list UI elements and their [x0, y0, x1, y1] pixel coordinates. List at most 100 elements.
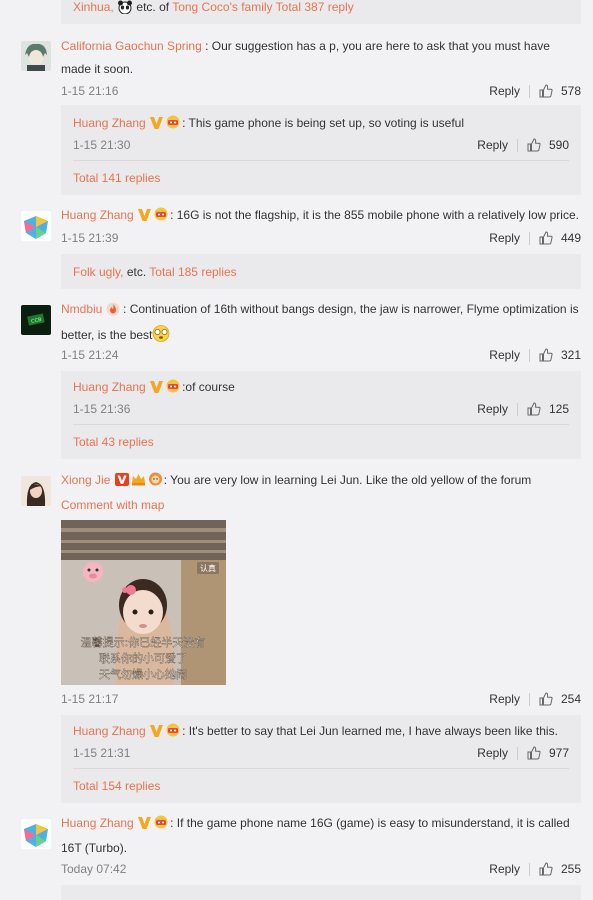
summary-user-link[interactable]: Folk ugly,	[73, 265, 123, 279]
verified-v-icon	[138, 206, 152, 229]
comment-time: 1-15 21:39	[61, 231, 119, 245]
summary-user-link[interactable]: Xinhua,	[73, 0, 114, 14]
summary-etc: etc.	[126, 265, 147, 279]
comment-user-link[interactable]: Huang Zhang	[61, 208, 134, 222]
thumbs-up-icon	[539, 692, 553, 706]
comment-text: California Gaochun Spring : Our suggesti…	[61, 35, 581, 81]
total-replies-link[interactable]: Total 387 reply	[276, 0, 354, 14]
dizzy-face-emoji-icon	[152, 325, 170, 350]
reply-user-link[interactable]: Huang Zhang	[73, 380, 146, 394]
avatar[interactable]	[21, 819, 51, 849]
panda-emoji-icon	[117, 0, 133, 17]
summary-user-link[interactable]: Tong Coco's family	[172, 0, 272, 14]
reply-button[interactable]: Reply	[489, 348, 520, 362]
comment-actions: Reply 578	[489, 84, 581, 98]
comment-user-link[interactable]: Huang Zhang	[61, 816, 134, 830]
reply-button[interactable]: Reply	[477, 138, 508, 152]
comment-body: : If the game phone name 16G (game) is e…	[170, 816, 570, 830]
reply-user-link[interactable]: Huang Zhang	[73, 724, 146, 738]
comment-actions: Reply 321	[489, 348, 581, 362]
reply-summary: Folk ugly, etc. Total 185 replies	[73, 265, 237, 279]
avatar[interactable]	[21, 211, 51, 241]
reply-time: 1-15 21:36	[73, 402, 131, 416]
comment-text: Nmdbiu : Continuation of 16th without ba…	[61, 298, 581, 350]
sub-reply-text: Huang Zhang : It's better to say that Le…	[73, 722, 579, 742]
verified-v-icon	[150, 724, 164, 742]
total-replies-link[interactable]: Total 141 replies	[73, 171, 160, 185]
divider	[528, 862, 530, 876]
like-button[interactable]: 125	[527, 402, 569, 416]
reply-body: : This game phone is being set up, so vo…	[182, 116, 465, 130]
reply-user-link[interactable]: Huang Zhang	[73, 116, 146, 130]
divider	[73, 160, 569, 161]
comment-user-link[interactable]: Nmdbiu	[61, 302, 102, 316]
like-button[interactable]: 449	[539, 231, 581, 245]
divider	[516, 402, 518, 416]
reply-button[interactable]: Reply	[489, 862, 520, 876]
avatar[interactable]	[21, 41, 51, 71]
reply-button[interactable]: Reply	[477, 746, 508, 760]
image-caption-line: 温馨提示:你已经半天没有	[81, 635, 206, 649]
comment-time: Today 07:42	[61, 862, 127, 876]
member-badge-icon	[165, 379, 181, 398]
like-button[interactable]: 254	[539, 692, 581, 706]
sub-reply-summary-box	[61, 885, 581, 900]
like-button[interactable]: 590	[527, 138, 569, 152]
reply-button[interactable]: Reply	[489, 84, 520, 98]
comment-time: 1-15 21:24	[61, 348, 119, 362]
like-count: 255	[560, 862, 581, 876]
reply-button[interactable]: Reply	[477, 402, 508, 416]
comment-with-map-link[interactable]: Comment with map	[61, 498, 164, 512]
thumbs-up-icon	[539, 231, 553, 245]
summary-etc: etc. of	[136, 0, 170, 14]
comment-body: made it soon.	[61, 62, 134, 76]
comment-body: : Our suggestion has a p, you are here t…	[201, 39, 550, 53]
sub-reply-text: Huang Zhang :of course	[73, 378, 579, 398]
thumbs-up-icon	[539, 862, 553, 876]
comment-body: better, is the best	[61, 328, 153, 342]
reply-button[interactable]: Reply	[489, 231, 520, 245]
comment-actions: Reply 254	[489, 692, 581, 706]
divider	[516, 746, 518, 760]
reply-body: : It's better to say that Lei Jun learne…	[182, 724, 558, 738]
thumbs-up-icon	[527, 138, 541, 152]
thumbs-up-icon	[527, 746, 541, 760]
thumbs-up-icon	[527, 402, 541, 416]
verified-v-icon	[150, 380, 164, 398]
divider	[528, 231, 530, 245]
image-caption-line: 联系你的小可爱了	[99, 651, 187, 665]
like-count: 977	[548, 746, 569, 760]
reply-actions: Reply 125	[477, 402, 569, 416]
like-button[interactable]: 321	[539, 348, 581, 362]
avatar[interactable]: CCB	[21, 305, 51, 335]
total-replies-link[interactable]: Total 43 replies	[73, 435, 154, 449]
total-replies-link[interactable]: Total 185 replies	[149, 265, 236, 279]
total-replies-link[interactable]: Total 154 replies	[73, 779, 160, 793]
comment-image[interactable]: 认真 温馨提示:你已经半天没有 联系你的小可爱了 天气勿燥小心她闹	[61, 520, 226, 685]
divider	[516, 138, 518, 152]
avatar[interactable]	[21, 476, 51, 506]
comment-user-link[interactable]: Xiong Jie	[61, 473, 110, 487]
flame-badge-icon	[106, 301, 120, 324]
image-caption-line: 天气勿燥小心她闹	[99, 667, 187, 681]
top-summary-box: Xinhua, etc. of Tong Coco's family Total…	[61, 0, 581, 24]
verified-v-box-icon	[114, 471, 129, 494]
member-badge-icon	[165, 723, 181, 742]
comment-body: 16T (Turbo).	[61, 841, 128, 855]
member-badge-icon	[153, 814, 169, 837]
reply-button[interactable]: Reply	[489, 692, 520, 706]
divider	[73, 768, 569, 769]
like-count: 578	[560, 84, 581, 98]
reply-time: 1-15 21:31	[73, 746, 131, 760]
like-button[interactable]: 255	[539, 862, 581, 876]
comment-body: : Continuation of 16th without bangs des…	[119, 302, 579, 316]
like-button[interactable]: 977	[527, 746, 569, 760]
like-count: 321	[560, 348, 581, 362]
comment-time: 1-15 21:17	[61, 692, 119, 706]
crown-badge-icon	[131, 471, 146, 494]
thumbs-up-icon	[539, 348, 553, 362]
comment-user-link[interactable]: California Gaochun Spring	[61, 39, 202, 53]
sub-reply-text: Huang Zhang : This game phone is being s…	[73, 114, 579, 134]
divider	[73, 424, 569, 425]
like-button[interactable]: 578	[539, 84, 581, 98]
